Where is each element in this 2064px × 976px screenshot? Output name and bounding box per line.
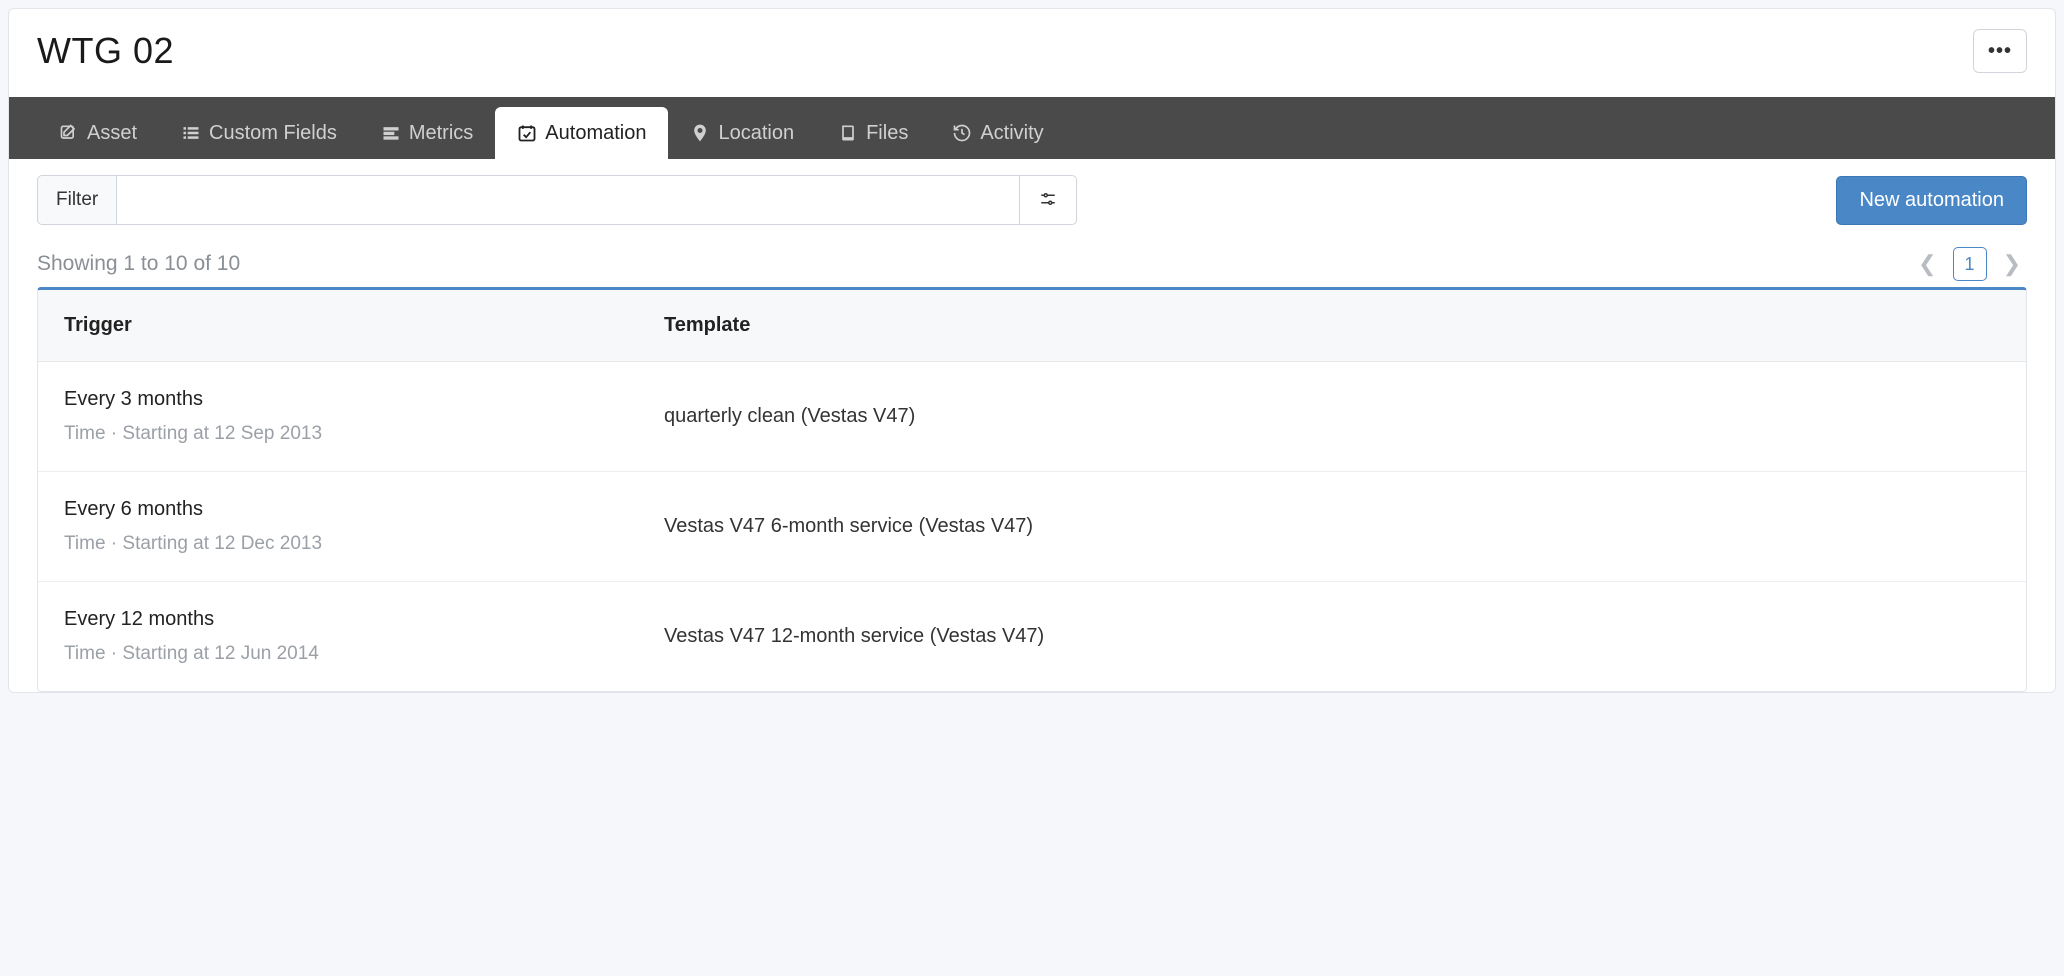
trigger-title: Every 6 months (64, 498, 612, 521)
tab-custom-fields[interactable]: Custom Fields (159, 107, 359, 159)
cell-template: quarterly clean (Vestas V47) (638, 379, 2026, 454)
cell-template: Vestas V47 6-month service (Vestas V47) (638, 489, 2026, 564)
new-automation-button[interactable]: New automation (1836, 176, 2027, 225)
tab-label: Custom Fields (209, 122, 337, 145)
bars-icon (381, 123, 401, 143)
tab-asset[interactable]: Asset (37, 107, 159, 159)
pager-prev[interactable]: ❮ (1912, 247, 1942, 281)
cell-trigger: Every 3 months Time · Starting at 12 Sep… (38, 362, 638, 471)
pagination: ❮ 1 ❯ (1912, 247, 2027, 281)
table-row[interactable]: Every 12 months Time · Starting at 12 Ju… (38, 582, 2026, 691)
history-icon (952, 123, 972, 143)
more-actions-button[interactable]: ••• (1973, 29, 2027, 73)
tab-automation[interactable]: Automation (495, 107, 668, 159)
tab-activity[interactable]: Activity (930, 107, 1065, 159)
pin-icon (690, 123, 710, 143)
edit-icon (59, 123, 79, 143)
chevron-left-icon: ❮ (1918, 251, 1936, 276)
tab-label: Files (866, 122, 908, 145)
tab-label: Automation (545, 122, 646, 145)
cell-trigger: Every 6 months Time · Starting at 12 Dec… (38, 472, 638, 581)
trigger-subtext: Time · Starting at 12 Jun 2014 (64, 643, 612, 665)
chevron-right-icon: ❯ (2003, 251, 2021, 276)
sliders-icon (1039, 190, 1057, 211)
showing-text: Showing 1 to 10 of 10 (37, 252, 240, 276)
table-row[interactable]: Every 3 months Time · Starting at 12 Sep… (38, 362, 2026, 472)
main-card: WTG 02 ••• Asset Custom Fields Metrics (8, 8, 2056, 693)
pager-next[interactable]: ❯ (1997, 247, 2027, 281)
filter-label: Filter (37, 175, 116, 225)
filter-input[interactable] (116, 175, 1019, 225)
cell-template: Vestas V47 12-month service (Vestas V47) (638, 599, 2026, 674)
trigger-title: Every 12 months (64, 608, 612, 631)
tab-label: Asset (87, 122, 137, 145)
table-header: Trigger Template (38, 290, 2026, 362)
filter-group: Filter (37, 175, 1077, 225)
tab-label: Location (718, 122, 794, 145)
toolbar: Filter New automation (37, 175, 2027, 225)
tab-label: Activity (980, 122, 1043, 145)
column-header-template: Template (638, 290, 2026, 361)
tab-metrics[interactable]: Metrics (359, 107, 495, 159)
table-row[interactable]: Every 6 months Time · Starting at 12 Dec… (38, 472, 2026, 582)
tab-label: Metrics (409, 122, 473, 145)
list-icon (181, 123, 201, 143)
tabs-bar: Asset Custom Fields Metrics Automation L… (9, 97, 2055, 159)
header: WTG 02 ••• (9, 9, 2055, 97)
calendar-check-icon (517, 123, 537, 143)
tab-files[interactable]: Files (816, 107, 930, 159)
trigger-subtext: Time · Starting at 12 Dec 2013 (64, 533, 612, 555)
automation-table: Trigger Template Every 3 months Time · S… (37, 287, 2027, 692)
book-icon (838, 123, 858, 143)
ellipsis-icon: ••• (1988, 40, 2012, 63)
filter-settings-button[interactable] (1019, 175, 1077, 225)
trigger-title: Every 3 months (64, 388, 612, 411)
cell-trigger: Every 12 months Time · Starting at 12 Ju… (38, 582, 638, 691)
pager-page-current[interactable]: 1 (1953, 247, 1987, 281)
tab-location[interactable]: Location (668, 107, 816, 159)
content-area: Filter New automation Showing 1 to 10 of… (9, 159, 2055, 692)
trigger-subtext: Time · Starting at 12 Sep 2013 (64, 423, 612, 445)
page-title: WTG 02 (37, 30, 174, 72)
column-header-trigger: Trigger (38, 290, 638, 361)
list-meta-row: Showing 1 to 10 of 10 ❮ 1 ❯ (37, 247, 2027, 281)
